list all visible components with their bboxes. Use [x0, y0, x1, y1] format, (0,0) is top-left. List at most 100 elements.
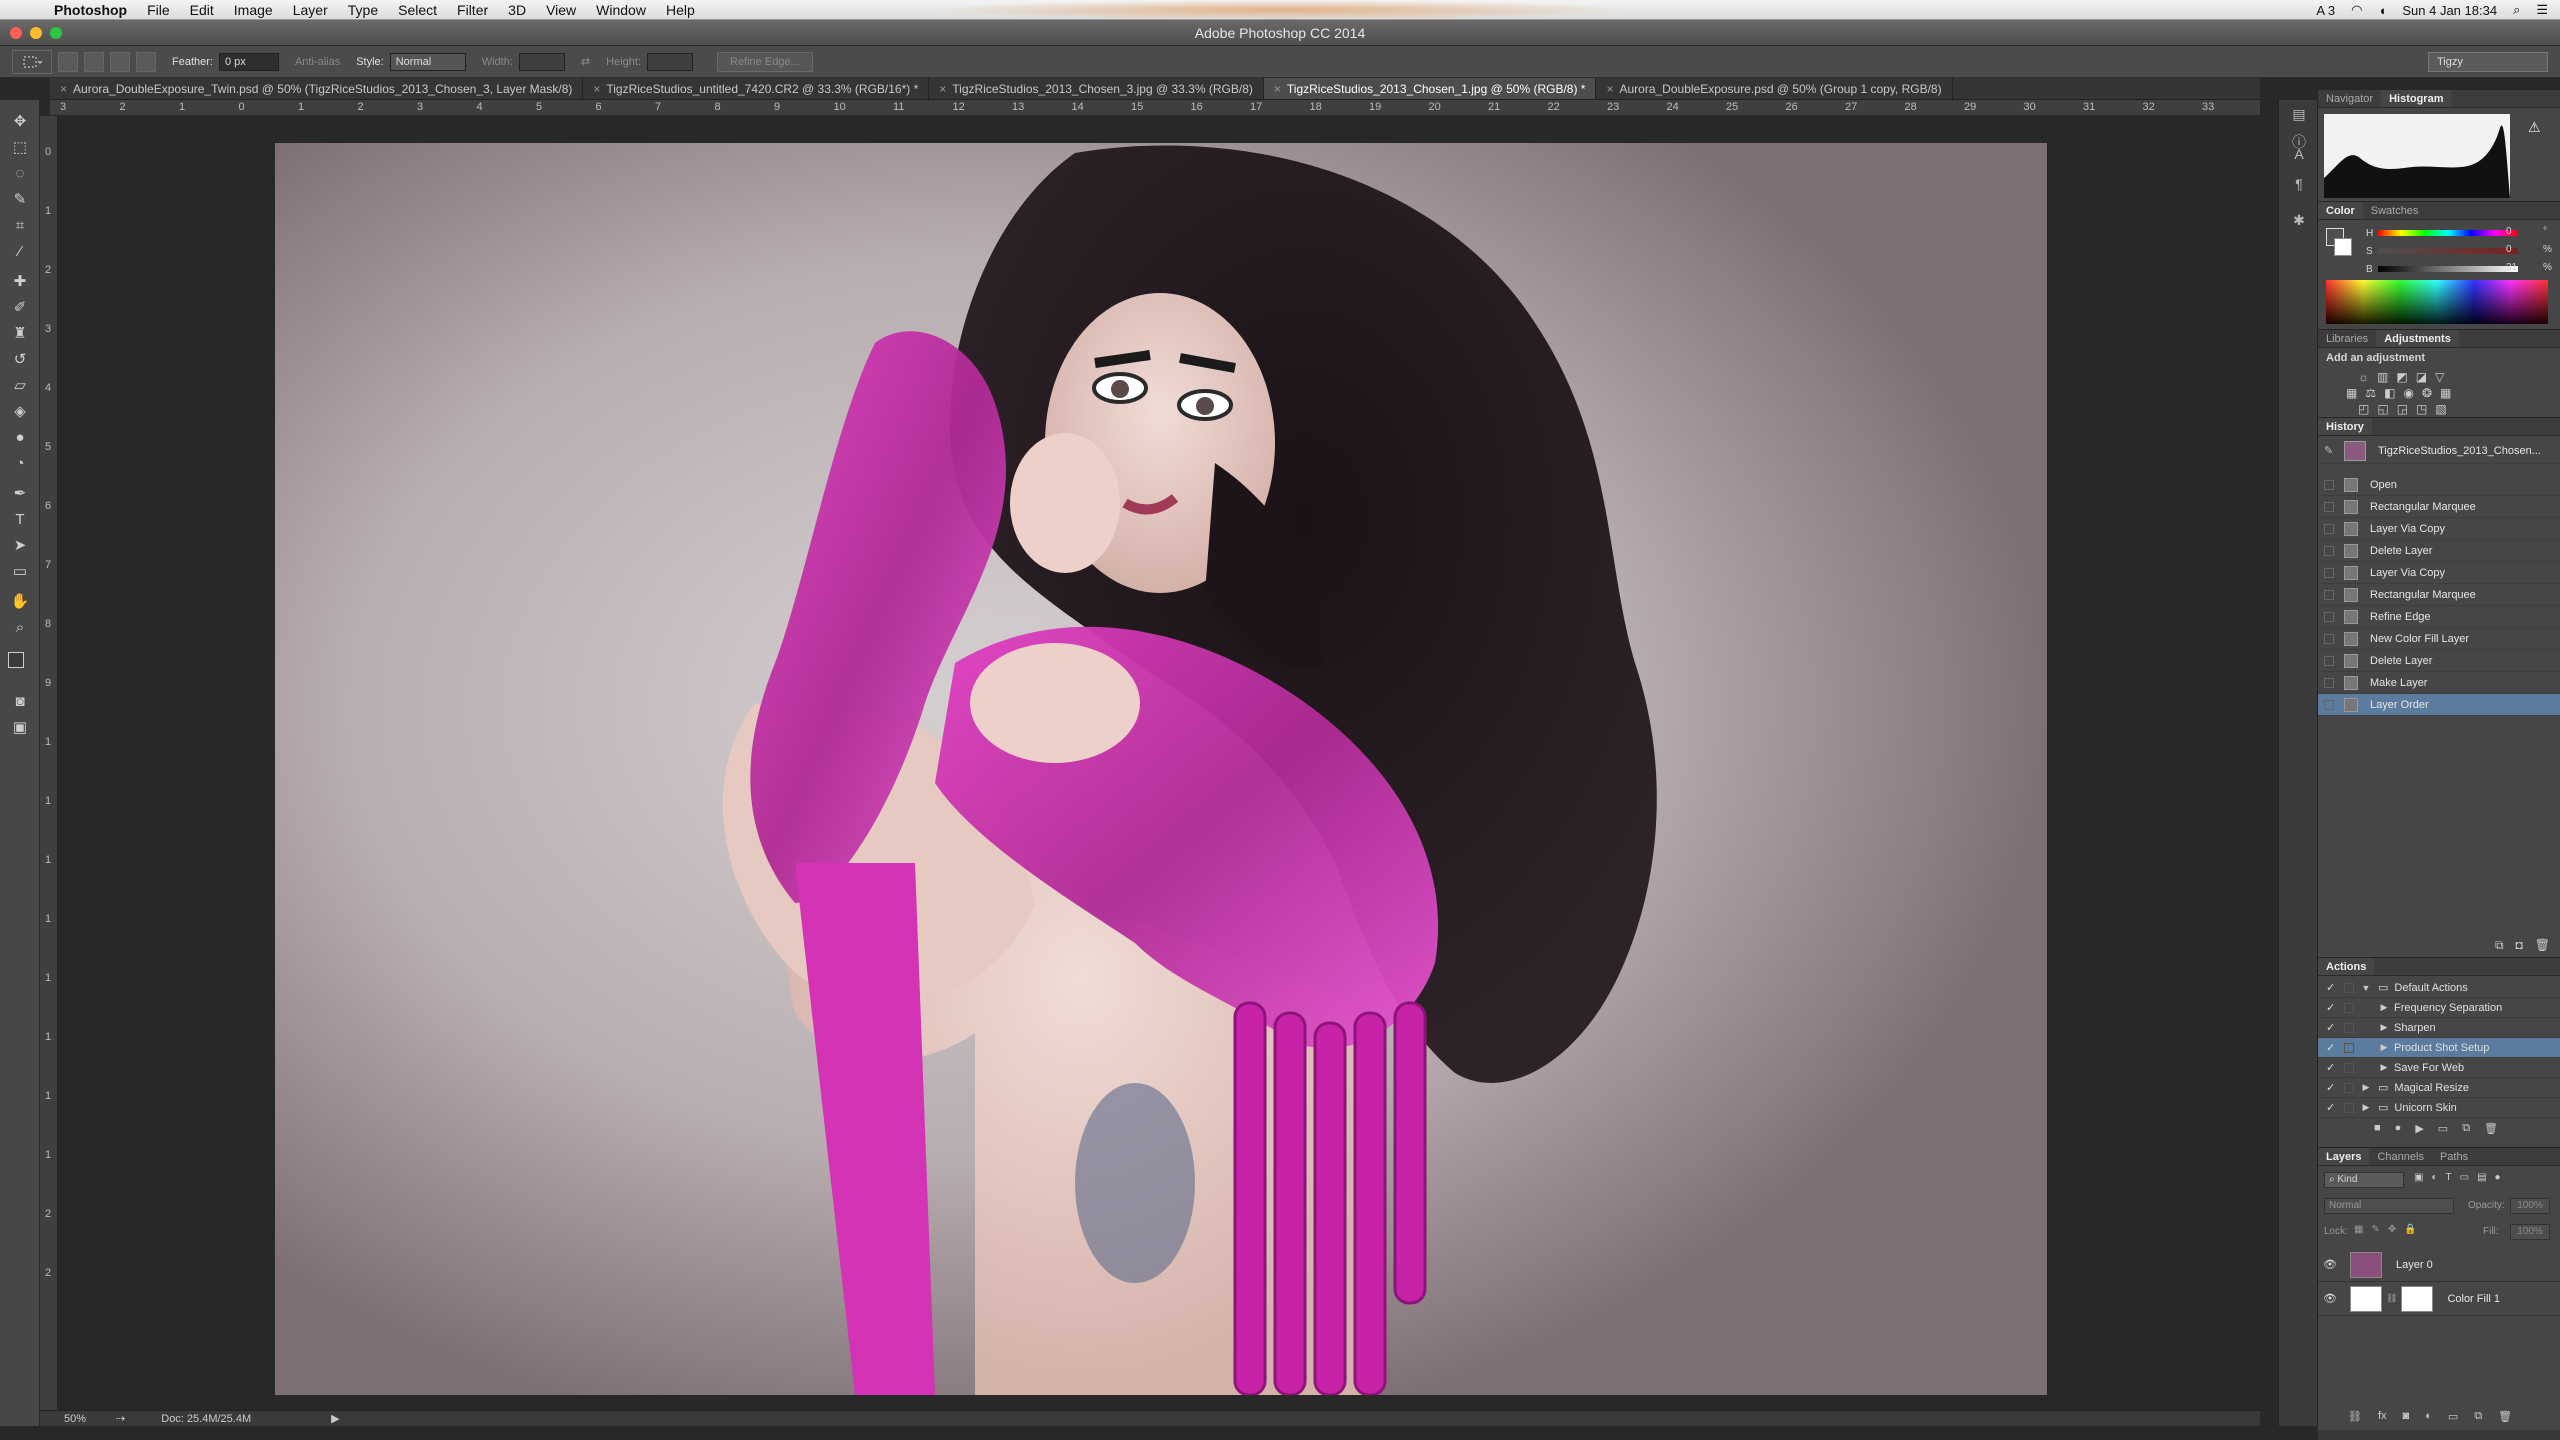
- doc-tab[interactable]: × Aurora_DoubleExposure.psd @ 50% (Group …: [1596, 78, 1953, 99]
- history-step[interactable]: Rectangular Marquee: [2318, 584, 2560, 606]
- lock-all-icon[interactable]: 🔒: [2404, 1224, 2416, 1235]
- antialias-checkbox[interactable]: Anti-alias: [295, 56, 340, 68]
- menu-image[interactable]: Image: [234, 2, 273, 18]
- s-value[interactable]: 0: [2506, 244, 2512, 255]
- record-icon[interactable]: ●: [2395, 1122, 2402, 1135]
- tab-color[interactable]: Color: [2318, 202, 2363, 219]
- export-icon[interactable]: ⇢: [116, 1412, 125, 1425]
- history-brush-tool-icon[interactable]: ↺: [8, 348, 32, 372]
- menu-window[interactable]: Window: [596, 2, 646, 18]
- tab-paths[interactable]: Paths: [2432, 1148, 2476, 1165]
- lock-transparent-icon[interactable]: ▦: [2354, 1224, 2363, 1235]
- add-selection-button[interactable]: [84, 51, 104, 72]
- camera-icon[interactable]: ◘: [2516, 938, 2523, 953]
- volume-icon[interactable]: ◖: [2379, 3, 2387, 18]
- visibility-eye-icon[interactable]: 👁: [2318, 1292, 2342, 1305]
- color-balance-icon[interactable]: ⚖: [2365, 386, 2376, 400]
- menu-layer[interactable]: Layer: [293, 2, 328, 18]
- b-slider[interactable]: [2378, 266, 2518, 272]
- intersect-selection-button[interactable]: [136, 51, 156, 72]
- close-tab-icon[interactable]: ×: [939, 82, 946, 96]
- action-set[interactable]: ✓ ▼ ▭ Default Actions: [2318, 978, 2560, 998]
- status-menu-icon[interactable]: ▶: [331, 1412, 339, 1425]
- layer-style-icon[interactable]: fx: [2378, 1410, 2387, 1423]
- pen-tool-icon[interactable]: ✒: [8, 482, 32, 506]
- properties-icon[interactable]: ▤: [2289, 106, 2309, 126]
- threshold-icon[interactable]: ◲: [2397, 402, 2408, 416]
- trash-icon[interactable]: 🗑: [2535, 938, 2550, 953]
- type-tool-icon[interactable]: T: [8, 508, 32, 532]
- workspace-select[interactable]: Tigzy: [2428, 52, 2548, 72]
- color-bg-swatch[interactable]: [2334, 238, 2352, 256]
- blend-mode-select[interactable]: Normal: [2324, 1198, 2454, 1214]
- path-select-tool-icon[interactable]: ➤: [8, 534, 32, 558]
- h-slider[interactable]: [2378, 230, 2518, 236]
- history-step[interactable]: Refine Edge: [2318, 606, 2560, 628]
- new-adjustment-layer-icon[interactable]: ◐: [2425, 1410, 2432, 1423]
- delete-action-icon[interactable]: 🗑: [2484, 1122, 2498, 1135]
- refine-edge-button[interactable]: Refine Edge...: [717, 51, 813, 72]
- shape-tool-icon[interactable]: ▭: [8, 560, 32, 584]
- add-mask-icon[interactable]: ◙: [2403, 1410, 2410, 1423]
- hue-saturation-icon[interactable]: ▦: [2346, 386, 2357, 400]
- history-step-current[interactable]: Layer Order: [2318, 694, 2560, 716]
- tab-history[interactable]: History: [2318, 418, 2372, 435]
- left-ruler[interactable]: 0 1 2 3 4 5 6 7 8 9 1 1 1 1 1 1 1 1 2 2: [40, 116, 58, 1410]
- history-step[interactable]: Delete Layer: [2318, 650, 2560, 672]
- exposure-icon[interactable]: ◪: [2416, 370, 2427, 384]
- filter-toggle-icon[interactable]: ●: [2495, 1172, 2501, 1183]
- zoom-level[interactable]: 50%: [64, 1413, 86, 1425]
- healing-brush-tool-icon[interactable]: ✚: [8, 270, 32, 294]
- tab-channels[interactable]: Channels: [2369, 1148, 2431, 1165]
- filter-type-icon[interactable]: T: [2446, 1172, 2452, 1183]
- new-set-icon[interactable]: ▭: [2438, 1122, 2448, 1135]
- new-selection-button[interactable]: [58, 51, 78, 72]
- close-tab-icon[interactable]: ×: [1606, 82, 1613, 96]
- history-step[interactable]: Open: [2318, 474, 2560, 496]
- paragraph-icon[interactable]: ¶: [2289, 176, 2309, 196]
- close-tab-icon[interactable]: ×: [1274, 82, 1281, 96]
- stop-icon[interactable]: ■: [2374, 1122, 2381, 1135]
- history-snapshot[interactable]: ✎ TigzRiceStudios_2013_Chosen...: [2318, 438, 2560, 464]
- history-step[interactable]: New Color Fill Layer: [2318, 628, 2560, 650]
- tab-adjustments[interactable]: Adjustments: [2376, 330, 2459, 347]
- selective-color-icon[interactable]: ▧: [2435, 402, 2446, 416]
- link-layers-icon[interactable]: ⛓: [2348, 1410, 2362, 1423]
- tab-libraries[interactable]: Libraries: [2318, 330, 2376, 347]
- doc-tab[interactable]: × Aurora_DoubleExposure_Twin.psd @ 50% (T…: [50, 78, 584, 99]
- s-slider[interactable]: [2378, 248, 2518, 254]
- color-ramp[interactable]: [2326, 280, 2548, 324]
- history-step[interactable]: Layer Via Copy: [2318, 518, 2560, 540]
- play-icon[interactable]: ▶: [2415, 1122, 2423, 1135]
- marquee-tool-icon[interactable]: ⬚: [8, 136, 32, 160]
- levels-icon[interactable]: ▥: [2377, 370, 2388, 384]
- history-brush-source-icon[interactable]: ✎: [2324, 444, 2334, 457]
- tab-actions[interactable]: Actions: [2318, 958, 2375, 975]
- minimize-window-button[interactable]: [30, 27, 42, 39]
- eraser-tool-icon[interactable]: ▱: [8, 374, 32, 398]
- filter-smart-icon[interactable]: ▤: [2477, 1172, 2486, 1183]
- wifi-icon[interactable]: ◠: [2351, 2, 2362, 18]
- menu-file[interactable]: File: [147, 2, 170, 18]
- action-item[interactable]: ✓ ▶ Save For Web: [2318, 1058, 2560, 1078]
- color-lookup-icon[interactable]: ▦: [2440, 386, 2451, 400]
- history-step[interactable]: Rectangular Marquee: [2318, 496, 2560, 518]
- history-step[interactable]: Make Layer: [2318, 672, 2560, 694]
- subtract-selection-button[interactable]: [110, 51, 130, 72]
- action-set[interactable]: ✓ ▶ ▭ Unicorn Skin: [2318, 1098, 2560, 1118]
- top-ruler[interactable]: 3 2 1 0 1 2 3 4 5 6 7 8 9 10 11 12 13 14 15 16 17 18 19 20 21 22 2…: [50, 100, 2260, 116]
- hand-tool-icon[interactable]: ✋: [8, 590, 32, 614]
- h-value[interactable]: 0: [2506, 226, 2512, 237]
- action-item[interactable]: ✓ ▶ Sharpen: [2318, 1018, 2560, 1038]
- delete-layer-icon[interactable]: 🗑: [2498, 1410, 2512, 1423]
- menu-help[interactable]: Help: [666, 2, 695, 18]
- lock-position-icon[interactable]: ✥: [2388, 1224, 2396, 1235]
- style-select[interactable]: Normal: [389, 52, 466, 71]
- crop-tool-icon[interactable]: ⌗: [8, 214, 32, 238]
- paint-bucket-tool-icon[interactable]: ◈: [8, 400, 32, 424]
- layer-name[interactable]: Layer 0: [2396, 1259, 2433, 1271]
- new-group-icon[interactable]: ▭: [2448, 1410, 2458, 1423]
- invert-icon[interactable]: ◰: [2358, 402, 2369, 416]
- eyedropper-tool-icon[interactable]: ⁄: [8, 240, 32, 264]
- feather-input[interactable]: 0 px: [218, 52, 279, 71]
